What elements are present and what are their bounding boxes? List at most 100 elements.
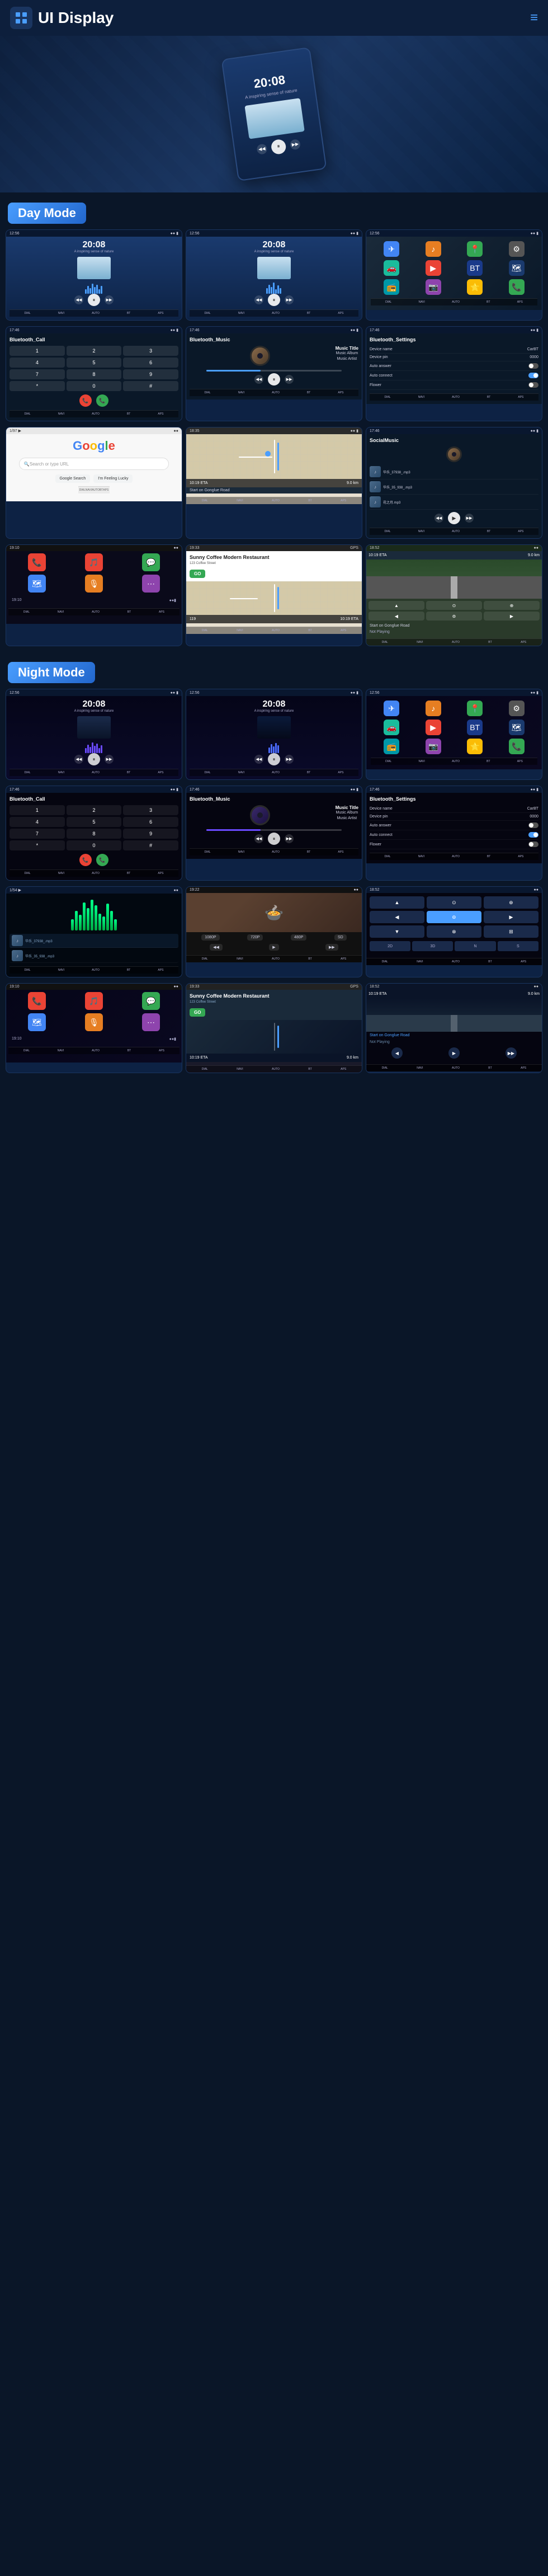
ncp-podcast[interactable]: 🎙 xyxy=(85,1013,103,1031)
nkey-8[interactable]: 8 xyxy=(67,829,122,839)
night-poi-go-btn[interactable]: GO xyxy=(190,1008,205,1017)
night-next-1[interactable]: ▶▶ xyxy=(105,755,114,764)
hero-play-btn[interactable]: ⏸ xyxy=(270,138,286,154)
nkey-6[interactable]: 6 xyxy=(123,817,178,827)
key-5[interactable]: 5 xyxy=(67,358,122,368)
nkey-1[interactable]: 1 xyxy=(10,805,65,815)
song-item-2[interactable]: ♪ 华乐_35_938_.mp3 xyxy=(370,480,538,495)
app-radio[interactable]: 📻 xyxy=(384,279,399,295)
nkey-hash[interactable]: # xyxy=(123,840,178,850)
night-bt-prev[interactable]: ◀◀ xyxy=(254,834,263,843)
night-mc2-1[interactable]: ◀◀ xyxy=(210,944,223,951)
night-auto-connect-toggle[interactable] xyxy=(528,832,538,838)
song-item-3[interactable]: ♪ 花之月.mp3 xyxy=(370,495,538,510)
nav-ctrl-2[interactable]: ⊙ xyxy=(426,601,482,610)
nnav-b2[interactable]: 3D xyxy=(412,941,453,951)
night-song-item-1[interactable]: ♪ 华乐_37938_.mp3 xyxy=(10,934,178,948)
app-nav[interactable]: 🗺 xyxy=(509,260,525,276)
nkey-star[interactable]: * xyxy=(10,840,65,850)
night-media-btn-4[interactable]: SD xyxy=(334,934,347,941)
google-search-bar[interactable]: 🔍 Search or type URL xyxy=(19,458,169,470)
ncp-music[interactable]: 🎵 xyxy=(85,992,103,1010)
app-music[interactable]: ♪ xyxy=(426,241,441,257)
night-auto-answer-toggle[interactable] xyxy=(528,822,538,828)
night-next-2[interactable]: ▶▶ xyxy=(285,755,294,764)
night-app-camera[interactable]: 📷 xyxy=(426,739,441,754)
night-mc2-2[interactable]: ▶ xyxy=(269,944,278,951)
nkey-7[interactable]: 7 xyxy=(10,829,65,839)
night-song-item-2[interactable]: ♪ 华乐_35_938_.mp3 xyxy=(10,949,178,963)
bt-play[interactable]: ⏸ xyxy=(268,373,280,386)
app-camera[interactable]: 📷 xyxy=(426,279,441,295)
cp-messages-app[interactable]: 💬 xyxy=(142,553,160,571)
key-1[interactable]: 1 xyxy=(10,346,65,356)
next-btn[interactable]: ▶▶ xyxy=(105,295,114,304)
app-telegram[interactable]: ✈ xyxy=(384,241,399,257)
key-7[interactable]: 7 xyxy=(10,369,65,379)
key-6[interactable]: 6 xyxy=(123,358,178,368)
play-btn[interactable]: ⏸ xyxy=(88,294,100,306)
nnav-7[interactable]: ▼ xyxy=(370,925,424,938)
flower-toggle[interactable] xyxy=(528,382,538,388)
nav-ctrl-4[interactable]: ◀ xyxy=(369,612,424,621)
hero-prev-btn[interactable]: ◀◀ xyxy=(256,143,267,154)
nav-ctrl-3[interactable]: ⊕ xyxy=(484,601,540,610)
nkey-0[interactable]: 0 xyxy=(67,840,122,850)
nnav-b1[interactable]: 2D xyxy=(370,941,410,951)
key-0[interactable]: 0 xyxy=(67,381,122,391)
key-9[interactable]: 9 xyxy=(123,369,178,379)
cp-music-app[interactable]: 🎵 xyxy=(85,553,103,571)
night-road-btn-play[interactable]: ▶ xyxy=(448,1047,460,1059)
night-end-call[interactable]: 📞 xyxy=(79,854,92,866)
night-app-voicecar[interactable]: 🚗 xyxy=(384,720,399,735)
night-app-nav[interactable]: 🗺 xyxy=(509,720,525,735)
nkey-2[interactable]: 2 xyxy=(67,805,122,815)
night-media-btn-3[interactable]: 480P xyxy=(291,934,306,941)
nav-menu-icon[interactable]: ≡ xyxy=(530,10,538,26)
nnav-b3[interactable]: N xyxy=(455,941,495,951)
night-road-btn-prev[interactable]: ◀ xyxy=(391,1047,403,1059)
night-prev-1[interactable]: ◀◀ xyxy=(74,755,83,764)
night-play-2[interactable]: ⏸ xyxy=(268,753,280,765)
nnav-1[interactable]: ▲ xyxy=(370,896,424,909)
nav-ctrl-5[interactable]: ⊚ xyxy=(426,612,482,621)
night-app-telegram[interactable]: ✈ xyxy=(384,701,399,716)
nnav-9[interactable]: ⊞ xyxy=(484,925,538,938)
nnav-b4[interactable]: S xyxy=(498,941,538,951)
poi-go-btn[interactable]: GO xyxy=(190,570,205,578)
bt-prev[interactable]: ◀◀ xyxy=(254,375,263,384)
social-prev[interactable]: ◀◀ xyxy=(434,514,443,523)
social-play[interactable]: ▶ xyxy=(448,512,460,524)
auto-connect-toggle[interactable] xyxy=(528,373,538,378)
night-app-settings[interactable]: ⚙ xyxy=(509,701,525,716)
cp-phone-app[interactable]: 📞 xyxy=(28,553,46,571)
prev-btn-2[interactable]: ◀◀ xyxy=(254,295,263,304)
app-phone[interactable]: 📞 xyxy=(509,279,525,295)
social-next[interactable]: ▶▶ xyxy=(465,514,474,523)
next-btn-2[interactable]: ▶▶ xyxy=(285,295,294,304)
cp-more-app[interactable]: ⋯ xyxy=(142,575,160,593)
google-search-btn[interactable]: Google Search xyxy=(55,474,91,483)
night-play-1[interactable]: ⏸ xyxy=(88,753,100,765)
auto-answer-toggle[interactable] xyxy=(528,363,538,369)
nav-ctrl-6[interactable]: ▶ xyxy=(484,612,540,621)
ncp-messages[interactable]: 💬 xyxy=(142,992,160,1010)
play-btn-2[interactable]: ⏸ xyxy=(268,294,280,306)
answer-call-btn[interactable]: 📞 xyxy=(96,394,108,407)
key-star[interactable]: * xyxy=(10,381,65,391)
nnav-2[interactable]: ⊙ xyxy=(427,896,481,909)
nnav-8[interactable]: ⊗ xyxy=(427,925,481,938)
nkey-9[interactable]: 9 xyxy=(123,829,178,839)
key-hash[interactable]: # xyxy=(123,381,178,391)
app-star[interactable]: ⭐ xyxy=(467,279,483,295)
night-media-btn-2[interactable]: 720P xyxy=(247,934,263,941)
cp-maps-app[interactable]: 🗺 xyxy=(28,575,46,593)
night-app-star[interactable]: ⭐ xyxy=(467,739,483,754)
key-4[interactable]: 4 xyxy=(10,358,65,368)
prev-btn[interactable]: ◀◀ xyxy=(74,295,83,304)
nnav-4[interactable]: ◀ xyxy=(370,911,424,923)
night-app-radio[interactable]: 📻 xyxy=(384,739,399,754)
night-app-phone[interactable]: 📞 xyxy=(509,739,525,754)
nkey-3[interactable]: 3 xyxy=(123,805,178,815)
app-video[interactable]: ▶ xyxy=(426,260,441,276)
